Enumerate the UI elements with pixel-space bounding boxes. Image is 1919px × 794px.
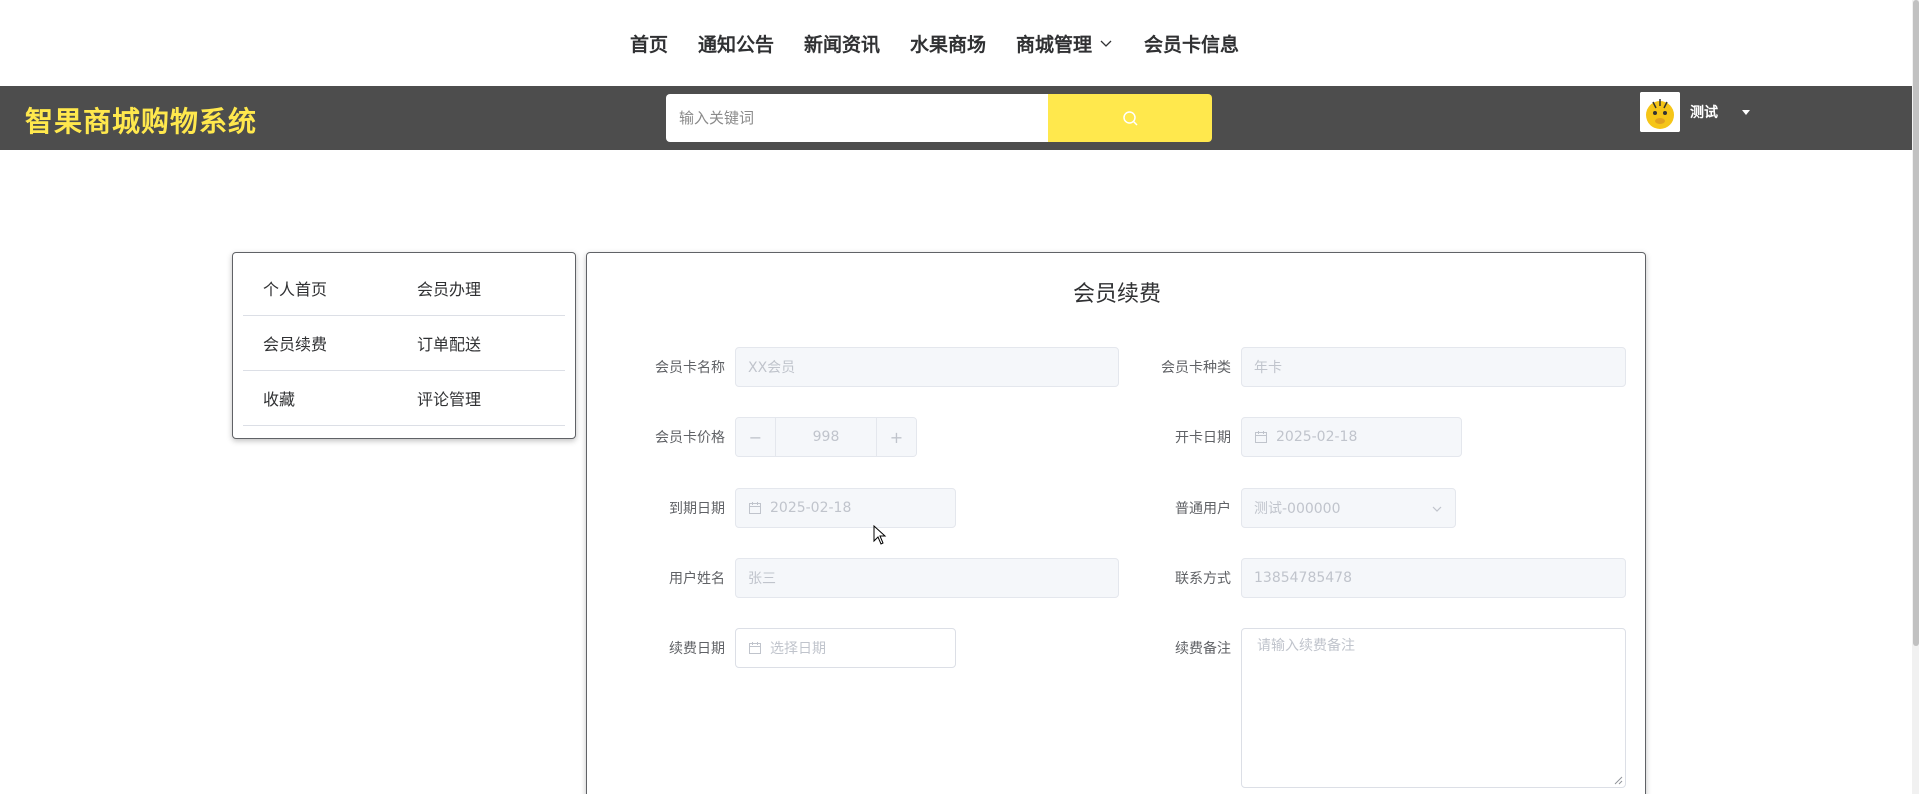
- menu-row: 个人首页 会员办理: [243, 261, 565, 316]
- menu-row: 收藏 评论管理: [243, 371, 565, 426]
- expire-date-value: 2025-02-18: [770, 500, 852, 516]
- renew-note-textarea[interactable]: 请输入续费备注: [1241, 628, 1626, 788]
- search-icon: [1122, 110, 1138, 126]
- nav-news[interactable]: 新闻资讯: [804, 30, 880, 57]
- sidebar-item-personal-home[interactable]: 个人首页: [243, 276, 397, 300]
- nav-news-label: 新闻资讯: [803, 33, 880, 56]
- renew-date-picker[interactable]: 选择日期: [735, 628, 956, 668]
- nav-home[interactable]: 首页: [630, 30, 668, 57]
- nav-membership-card-info-label: 会员卡信息: [1144, 33, 1240, 56]
- sidebar-menu: 个人首页 会员办理 会员续费 订单配送 收藏 评论管理: [232, 252, 576, 439]
- menu-row: 会员续费 订单配送: [243, 316, 565, 371]
- search-input[interactable]: [666, 94, 1048, 142]
- card-type-value: 年卡: [1254, 360, 1282, 376]
- nav-notices[interactable]: 通知公告: [698, 30, 774, 57]
- expire-date-field[interactable]: 2025-02-18: [735, 488, 956, 528]
- sidebar-item-favorites[interactable]: 收藏: [243, 386, 397, 410]
- nav-membership-card-info[interactable]: 会员卡信息: [1144, 30, 1239, 57]
- open-date-value: 2025-02-18: [1276, 429, 1358, 445]
- card-name-value: XX会员: [748, 360, 796, 376]
- user-select-value: 测试-000000: [1254, 501, 1341, 517]
- username: 测试: [1690, 105, 1718, 121]
- sidebar-item-order-delivery[interactable]: 订单配送: [397, 331, 551, 355]
- decrease-button[interactable]: −: [736, 418, 776, 456]
- search-bar: [666, 94, 1212, 142]
- renewal-form-panel: 会员续费 会员卡名称 XX会员 会员卡种类 年卡 会员卡价格 − 998 + 开…: [586, 252, 1646, 794]
- user-name-field[interactable]: 张三: [735, 558, 1119, 598]
- avatar-image: [1640, 92, 1680, 132]
- nav-notices-label: 通知公告: [697, 33, 774, 56]
- card-price-label: 会员卡价格: [655, 430, 725, 446]
- chevron-down-icon: [1100, 40, 1112, 47]
- calendar-icon: [749, 502, 761, 514]
- nav-home-label: 首页: [629, 33, 668, 56]
- card-price-value[interactable]: 998: [776, 418, 876, 456]
- nav-mall-management[interactable]: 商城管理: [1016, 30, 1114, 57]
- calendar-icon: [749, 642, 761, 654]
- increase-button[interactable]: +: [876, 418, 916, 456]
- calendar-icon: [1255, 431, 1267, 443]
- renew-date-placeholder: 选择日期: [770, 641, 826, 657]
- header-bar: 智果商城购物系统 测试: [0, 86, 1912, 150]
- card-type-field[interactable]: 年卡: [1241, 347, 1626, 387]
- sidebar-item-review-management[interactable]: 评论管理: [397, 386, 551, 410]
- renew-date-label: 续费日期: [669, 641, 725, 657]
- contact-label: 联系方式: [1175, 571, 1231, 587]
- user-select-label: 普通用户: [1175, 501, 1231, 517]
- card-name-label: 会员卡名称: [655, 360, 725, 376]
- user-name-value: 张三: [748, 571, 776, 587]
- card-price-stepper[interactable]: − 998 +: [735, 417, 917, 457]
- card-type-label: 会员卡种类: [1161, 360, 1231, 376]
- search-button[interactable]: [1048, 94, 1212, 142]
- user-menu[interactable]: 测试: [1640, 92, 1750, 132]
- card-name-field[interactable]: XX会员: [735, 347, 1119, 387]
- contact-value: 13854785478: [1254, 570, 1352, 586]
- caret-down-icon: [1742, 109, 1750, 115]
- top-navigation: 首页 通知公告 新闻资讯 水果商场 商城管理 会员卡信息: [0, 0, 1919, 86]
- renew-note-label: 续费备注: [1175, 641, 1231, 657]
- avatar: [1640, 92, 1680, 132]
- resize-handle-icon[interactable]: [1613, 775, 1623, 785]
- open-date-label: 开卡日期: [1175, 430, 1231, 446]
- nav-fruit-market-label: 水果商场: [910, 33, 987, 56]
- mouse-cursor-icon: [873, 525, 887, 545]
- page-title: 会员续费: [1072, 282, 1161, 307]
- nav-mall-management-label: 商城管理: [1016, 33, 1093, 56]
- chevron-down-icon: [1432, 506, 1442, 512]
- sidebar-item-membership-renewal[interactable]: 会员续费: [243, 331, 397, 355]
- brand-title: 智果商城购物系统: [25, 105, 258, 138]
- contact-field[interactable]: 13854785478: [1241, 558, 1626, 598]
- sidebar-item-membership-apply[interactable]: 会员办理: [397, 276, 551, 300]
- expire-date-label: 到期日期: [669, 501, 725, 517]
- renew-note-placeholder: 请输入续费备注: [1257, 638, 1355, 654]
- user-name-label: 用户姓名: [669, 571, 725, 587]
- open-date-field[interactable]: 2025-02-18: [1241, 417, 1462, 457]
- nav-fruit-market[interactable]: 水果商场: [910, 30, 986, 57]
- scrollbar-thumb[interactable]: [1913, 0, 1919, 646]
- user-select[interactable]: 测试-000000: [1241, 488, 1456, 528]
